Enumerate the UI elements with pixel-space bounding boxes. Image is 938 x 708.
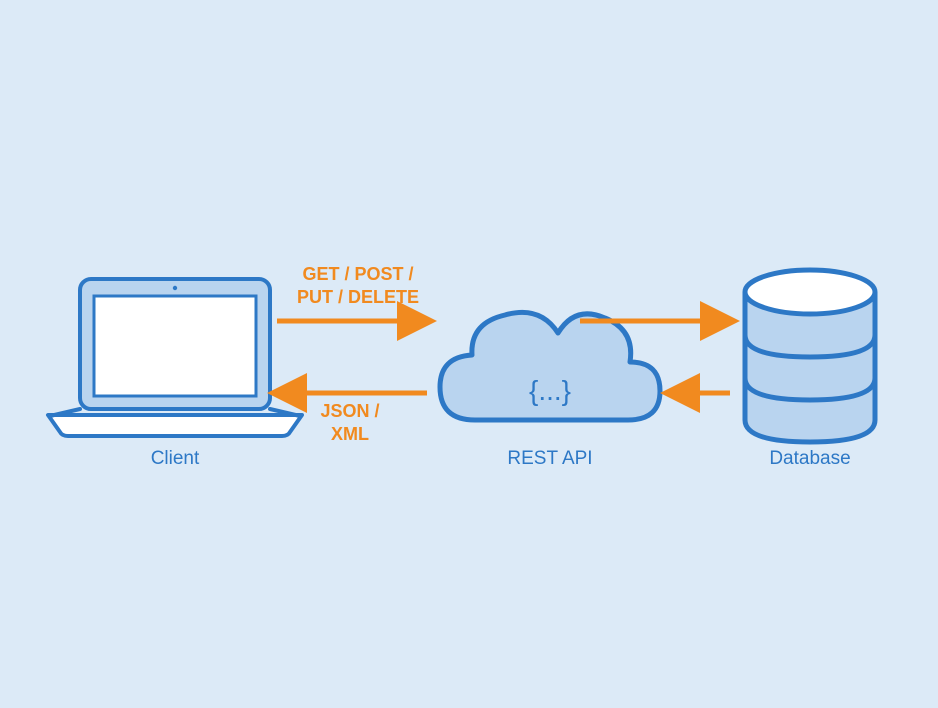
database-icon <box>745 270 875 442</box>
database-label: Database <box>755 448 865 470</box>
cloud-braces-text: {...} <box>529 375 571 406</box>
response-label-line2: XML <box>331 424 369 444</box>
request-label-line2: PUT / DELETE <box>297 287 419 307</box>
rest-api-diagram: {...} GET / POST / PUT / DELETE <box>0 0 938 708</box>
api-label: REST API <box>495 448 605 470</box>
diagram-svg: {...} <box>0 0 938 708</box>
request-methods-label: GET / POST / PUT / DELETE <box>278 263 438 308</box>
response-label-line1: JSON / <box>320 401 379 421</box>
cloud-icon: {...} <box>440 312 660 420</box>
request-label-line1: GET / POST / <box>302 264 413 284</box>
client-label: Client <box>120 448 230 470</box>
laptop-icon <box>48 279 302 436</box>
response-format-label: JSON / XML <box>300 400 400 445</box>
